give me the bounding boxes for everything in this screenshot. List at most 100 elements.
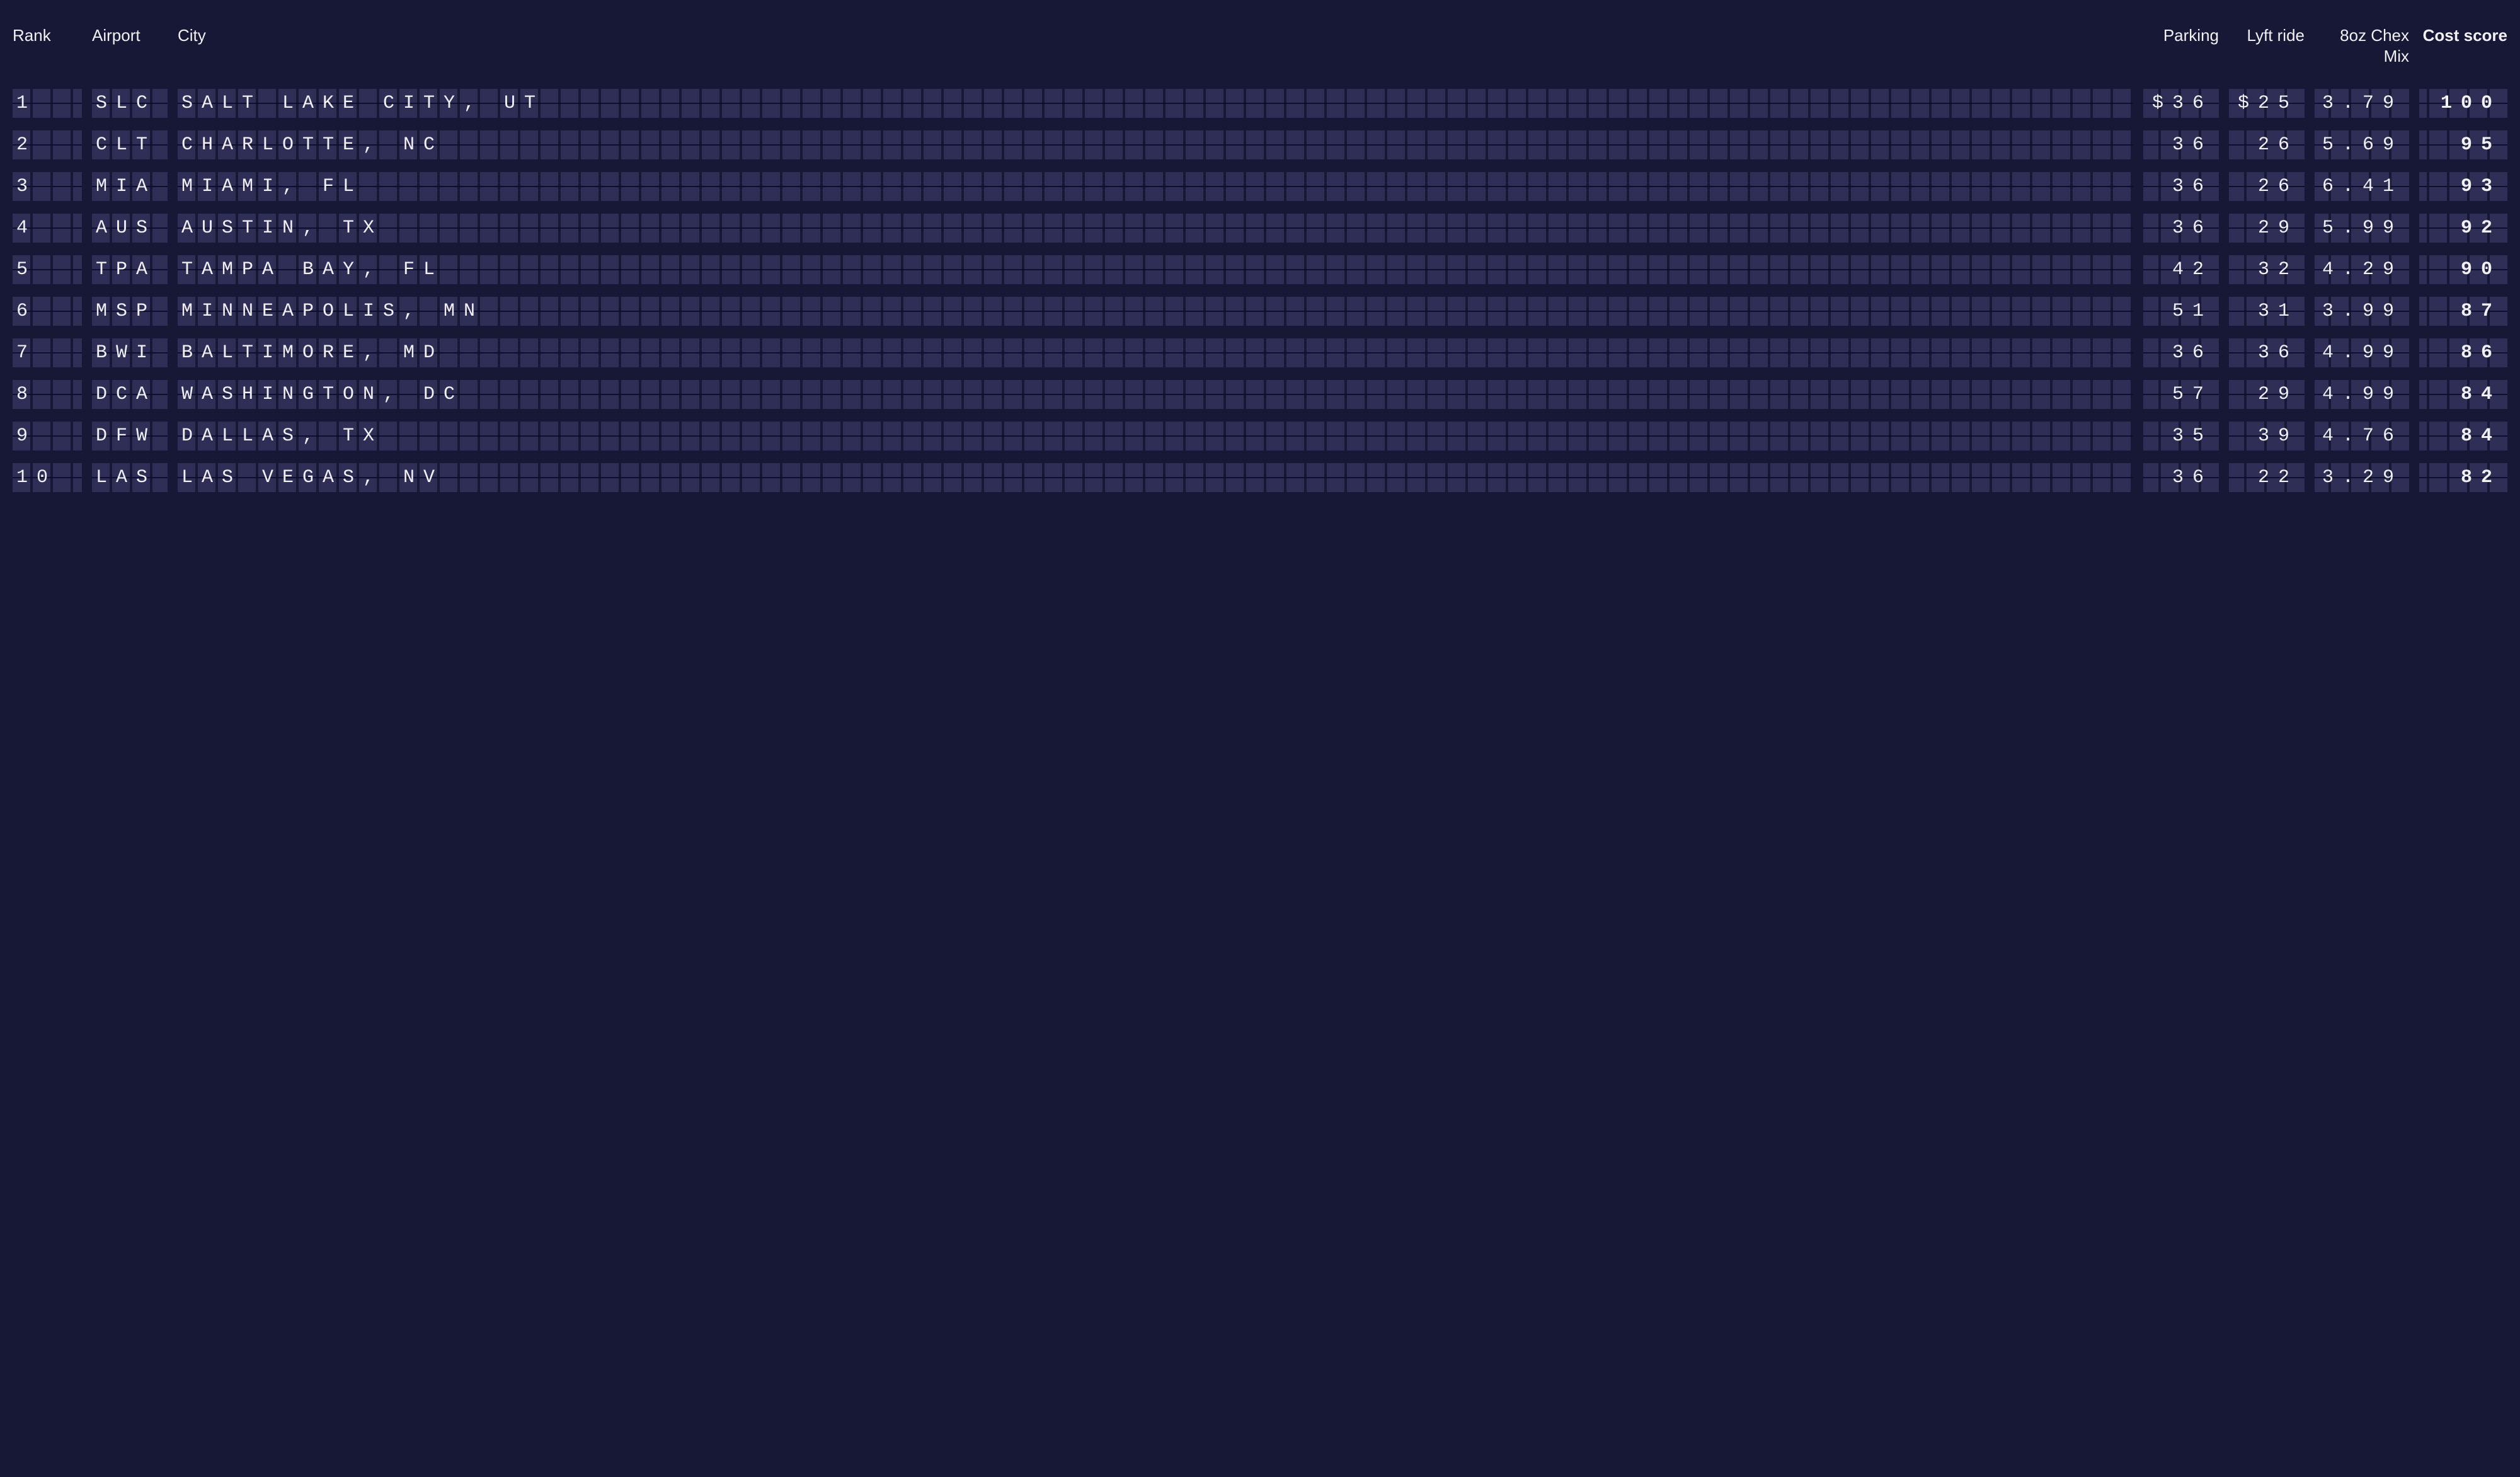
cell-rank: 7 [13, 338, 82, 367]
lyft-cost: 26 [2229, 172, 2305, 201]
cell-chex: 4.29 [2315, 255, 2409, 284]
cell-chex: 4.76 [2315, 422, 2409, 451]
cell-lyft: 26 [2229, 130, 2305, 159]
cell-chex: 13.29 [2315, 463, 2409, 492]
parking-cost: 36 [2143, 338, 2219, 367]
table-row: 5TPATAMPA BAY, FL42324.2990 [13, 255, 2507, 284]
city-name: MIAMI, FL [178, 172, 2133, 201]
cell-parking: 35 [2143, 422, 2219, 451]
city-name: DALLAS, TX [178, 422, 2133, 451]
lyft-cost: 36 [2229, 338, 2305, 367]
cell-airport: MIA [92, 172, 168, 201]
airport-code: MSP [92, 297, 168, 326]
cell-airport: LAS [92, 463, 168, 492]
cell-lyft: 22 [2229, 463, 2305, 492]
cost-score: 87 [2419, 297, 2507, 326]
col-header-lyft: Lyft ride [2229, 25, 2305, 46]
airport-code: DFW [92, 422, 168, 451]
table-row: 8DCAWASHINGTON, DC57294.9984 [13, 380, 2507, 409]
cell-score: 84 [2419, 380, 2507, 409]
col-header-parking: Parking [2143, 25, 2219, 46]
cell-chex: 4.99 [2315, 338, 2409, 367]
table-row: 1 SLC SALT LAKE CITY, UT $36 $25 $3.79 100 [13, 89, 2507, 118]
cell-lyft: 29 [2229, 214, 2305, 243]
col-header-score: Cost score [2419, 25, 2507, 46]
cell-chex: 4.99 [2315, 380, 2409, 409]
cell-parking: $36 [2143, 89, 2219, 118]
lyft-cost: 29 [2229, 380, 2305, 409]
table-row: 7BWIBALTIMORE, MD36364.9986 [13, 338, 2507, 367]
chex-cost: 13.29 [2315, 463, 2409, 492]
cost-score: 90 [2419, 255, 2507, 284]
cost-score: 95 [2419, 130, 2507, 159]
cost-score: 84 [2419, 380, 2507, 409]
parking-cost: $36 [2143, 89, 2219, 118]
cell-parking: 51 [2143, 297, 2219, 326]
col-header-rank: Rank [13, 25, 82, 46]
table-body: 1 SLC SALT LAKE CITY, UT $36 $25 $3.79 100 2 CLT… [13, 89, 2507, 492]
lyft-cost: 29 [2229, 214, 2305, 243]
cell-city: SALT LAKE CITY, UT [178, 89, 2133, 118]
cell-parking: 36 [2143, 130, 2219, 159]
airport-cost-board: Rank Airport City Parking Lyft ride 8oz … [0, 0, 2520, 530]
cell-parking: 36 [2143, 214, 2219, 243]
cell-rank: 8 [13, 380, 82, 409]
cell-score: 84 [2419, 422, 2507, 451]
cost-score: 100 [2419, 89, 2507, 118]
cell-airport: SLC [92, 89, 168, 118]
airport-code: BWI [92, 338, 168, 367]
cell-lyft: 36 [2229, 338, 2305, 367]
city-name: BALTIMORE, MD [178, 338, 2133, 367]
cell-lyft: 31 [2229, 297, 2305, 326]
cell-city: DALLAS, TX [178, 422, 2133, 451]
cell-chex: 5.69 [2315, 130, 2409, 159]
col-header-chex: 8oz Chex Mix [2315, 25, 2409, 66]
cell-lyft: $25 [2229, 89, 2305, 118]
rank-value: 5 [13, 255, 82, 284]
city-name: TAMPA BAY, FL [178, 255, 2133, 284]
cell-lyft: 32 [2229, 255, 2305, 284]
cell-chex: $3.79 [2315, 89, 2409, 118]
cell-score: 100 [2419, 89, 2507, 118]
cell-city: MINNEAPOLIS, MN [178, 297, 2133, 326]
chex-cost: 4.99 [2315, 380, 2409, 409]
rank-value: 9 [13, 422, 82, 451]
parking-cost: 42 [2143, 255, 2219, 284]
chex-cost: 6.41 [2315, 172, 2409, 201]
cell-parking: 57 [2143, 380, 2219, 409]
rank-value: 8 [13, 380, 82, 409]
cell-airport: MSP [92, 297, 168, 326]
cell-score: 95 [2419, 130, 2507, 159]
cell-parking: 42 [2143, 255, 2219, 284]
city-name: LAS VEGAS, NV [178, 463, 2133, 492]
city-name: WASHINGTON, DC [178, 380, 2133, 409]
cell-airport: BWI [92, 338, 168, 367]
cell-chex: 5.99 [2315, 214, 2409, 243]
cell-score: 87 [2419, 297, 2507, 326]
cell-rank: 5 [13, 255, 82, 284]
rank-value: 10 [13, 463, 82, 492]
airport-code: AUS [92, 214, 168, 243]
table-row: 4AUSAUSTIN, TX36295.9992 [13, 214, 2507, 243]
col-header-airport: Airport [92, 25, 168, 46]
lyft-cost: 22 [2229, 463, 2305, 492]
cell-city: CHARLOTTE, NC [178, 130, 2133, 159]
chex-cost: 4.99 [2315, 338, 2409, 367]
chex-cost: 3.99 [2315, 297, 2409, 326]
table-row: 10LASLAS VEGAS, NV362213.2982 [13, 463, 2507, 492]
airport-code: CLT [92, 130, 168, 159]
cell-city: WASHINGTON, DC [178, 380, 2133, 409]
cost-score: 93 [2419, 172, 2507, 201]
cell-airport: DFW [92, 422, 168, 451]
rank-value: 1 [13, 89, 82, 118]
cost-score: 92 [2419, 214, 2507, 243]
cell-rank: 2 [13, 130, 82, 159]
lyft-cost: 32 [2229, 255, 2305, 284]
cell-rank: 10 [13, 463, 82, 492]
rank-value: 4 [13, 214, 82, 243]
table-header-row: Rank Airport City Parking Lyft ride 8oz … [13, 25, 2507, 89]
airport-code: LAS [92, 463, 168, 492]
cell-rank: 9 [13, 422, 82, 451]
cell-rank: 6 [13, 297, 82, 326]
lyft-cost: 26 [2229, 130, 2305, 159]
